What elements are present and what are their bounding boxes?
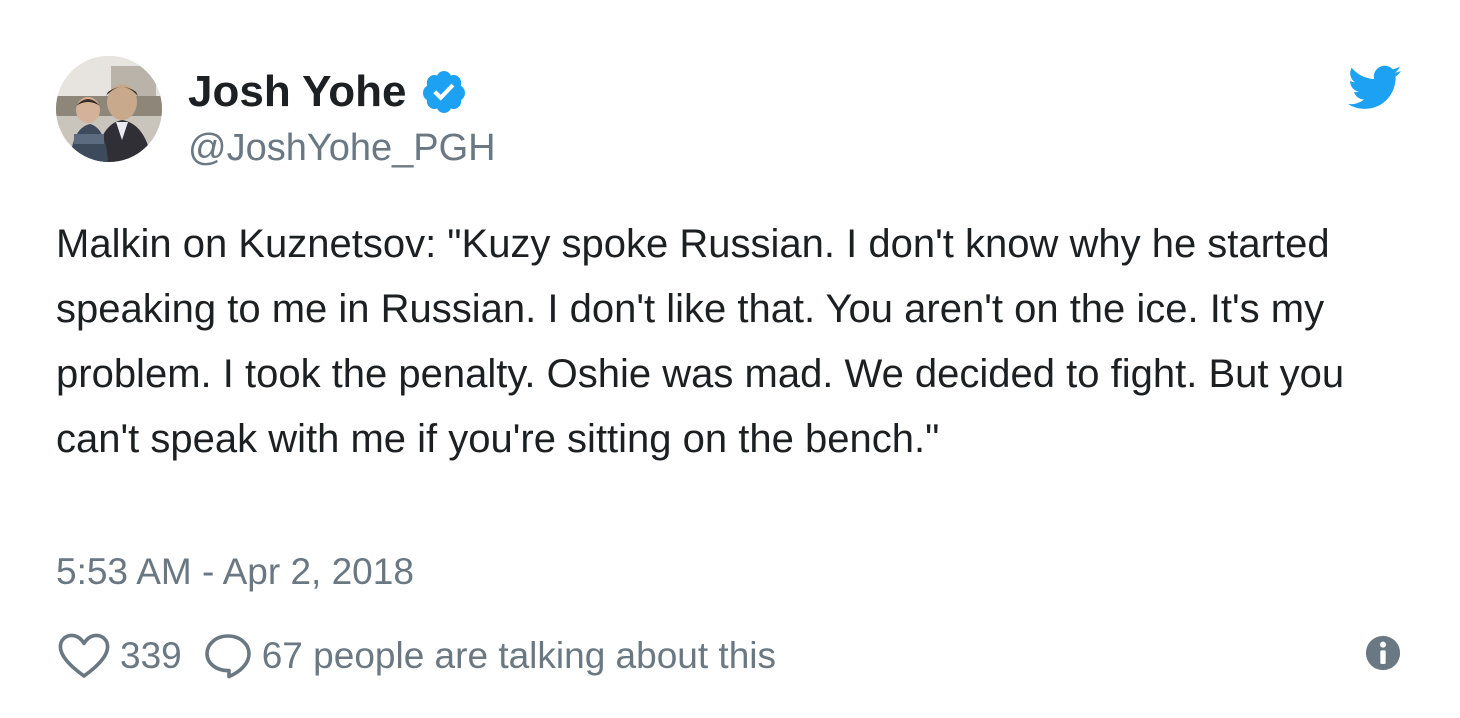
speech-bubble-icon[interactable] xyxy=(204,633,252,679)
tweet-actions: 339 67 people are talking about this xyxy=(58,630,776,682)
author-name-text[interactable]: Josh Yohe xyxy=(188,64,406,120)
tweet-card: Josh Yohe @JoshYohe_PGH Malkin on Kuznet… xyxy=(0,0,1460,718)
like-count[interactable]: 339 xyxy=(120,635,182,677)
twitter-bird-icon[interactable] xyxy=(1348,64,1402,112)
tweet-text: Malkin on Kuznetsov: "Kuzy spoke Russian… xyxy=(56,222,1356,461)
author-name[interactable]: Josh Yohe xyxy=(188,64,468,120)
heart-icon[interactable] xyxy=(58,633,110,679)
avatar-photo xyxy=(56,56,162,162)
tweet-timestamp[interactable]: 5:53 AM - Apr 2, 2018 xyxy=(56,548,414,596)
conversation-link[interactable]: 67 people are talking about this xyxy=(262,635,776,677)
info-icon[interactable] xyxy=(1364,634,1402,672)
verified-badge-icon xyxy=(423,71,466,113)
author-handle[interactable]: @JoshYohe_PGH xyxy=(188,124,496,172)
avatar[interactable] xyxy=(56,56,162,162)
